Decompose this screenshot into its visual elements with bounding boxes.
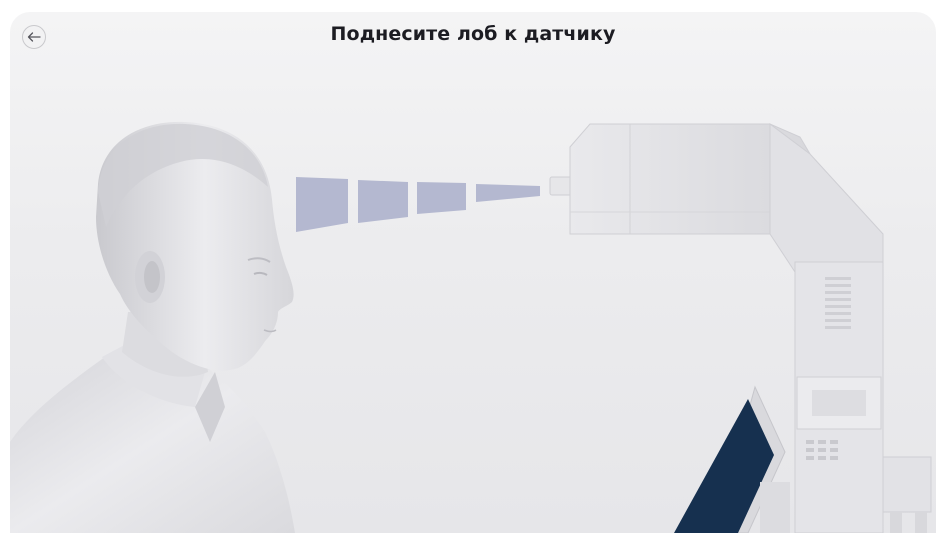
device-monitor: [674, 385, 790, 533]
device-side-box: [882, 456, 932, 513]
thermometer-device: [549, 123, 932, 533]
beam-segment: [296, 177, 348, 232]
beam-segment: [476, 184, 540, 202]
beam-segment: [417, 182, 466, 214]
page-title: Поднесите лоб к датчику: [330, 23, 616, 45]
person-figure: [10, 121, 295, 533]
illustration-scene: [10, 121, 932, 533]
sensor-nozzle: [549, 176, 573, 196]
beam-segment: [358, 180, 408, 223]
sensor-beam: [296, 177, 540, 232]
screen-card: Поднесите лоб к датчику: [10, 12, 936, 533]
